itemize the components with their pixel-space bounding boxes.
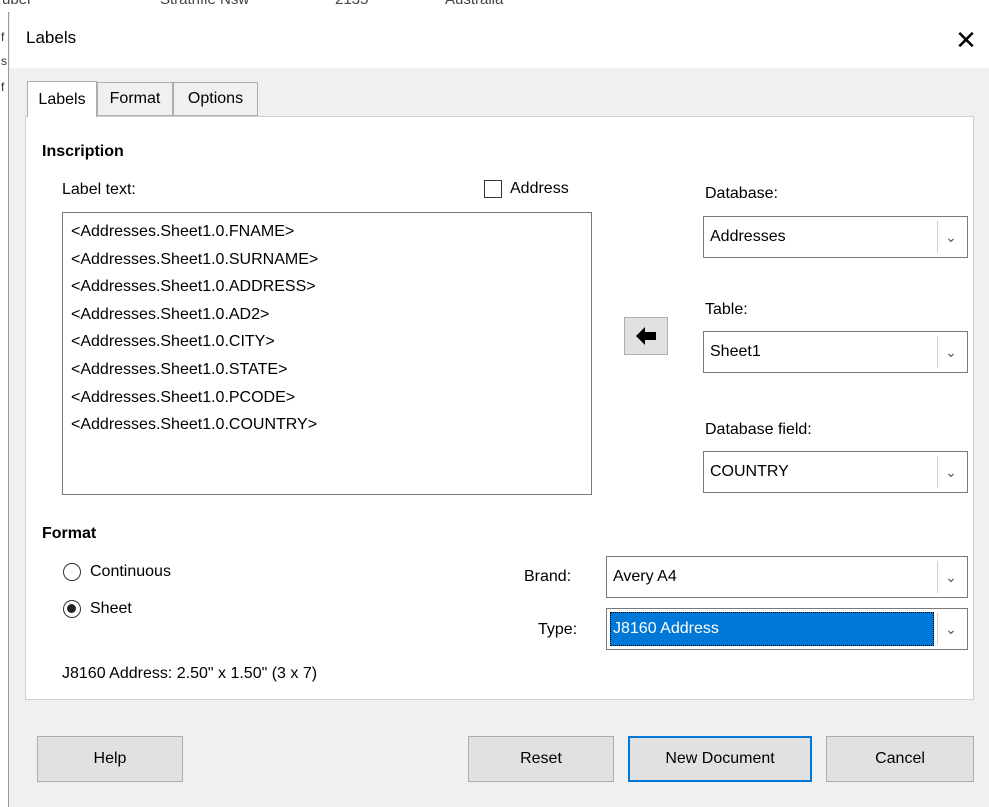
label-text-line: <Addresses.Sheet1.0.CITY>: [71, 333, 275, 351]
type-value: J8160 Address: [613, 620, 719, 637]
bg-cell: Australia: [445, 0, 503, 8]
close-icon: ✕: [955, 24, 977, 55]
tab-label: Options: [187, 90, 244, 107]
tab-labels[interactable]: Labels: [27, 81, 97, 117]
address-checkbox[interactable]: [484, 180, 502, 198]
brand-value: Avery A4: [613, 568, 677, 585]
chevron-down-icon: ⌄: [937, 561, 964, 593]
bg-cell: 2135: [335, 0, 368, 8]
label-text-line: <Addresses.Sheet1.0.COUNTRY>: [71, 416, 318, 434]
bg-cell: uber: [2, 0, 32, 8]
label-text-line: <Addresses.Sheet1.0.STATE>: [71, 360, 288, 378]
tab-label: Labels: [38, 90, 86, 108]
address-checkbox-group[interactable]: Address: [484, 180, 569, 198]
label-text-line: <Addresses.Sheet1.0.PCODE>: [71, 388, 296, 406]
new-document-button[interactable]: New Document: [628, 736, 812, 782]
database-field-label: Database field:: [705, 421, 812, 438]
chevron-down-icon: ⌄: [937, 336, 964, 368]
chevron-down-icon: ⌄: [937, 456, 964, 488]
cancel-button[interactable]: Cancel: [826, 736, 974, 782]
bg-edge-char: f: [1, 80, 5, 94]
tab-format[interactable]: Format: [97, 82, 173, 116]
label-size-summary: J8160 Address: 2.50" x 1.50" (3 x 7): [62, 665, 318, 682]
label-text-area[interactable]: <Addresses.Sheet1.0.FNAME> <Addresses.Sh…: [62, 212, 592, 495]
table-label: Table:: [705, 301, 748, 318]
label-text-line: <Addresses.Sheet1.0.AD2>: [71, 305, 270, 323]
label-text-line: <Addresses.Sheet1.0.SURNAME>: [71, 250, 319, 268]
database-label: Database:: [705, 185, 778, 202]
label-text-line: <Addresses.Sheet1.0.FNAME>: [71, 223, 295, 240]
database-value: Addresses: [710, 228, 786, 245]
background-spreadsheet-edge: f s f: [0, 12, 9, 807]
label-text-line: <Addresses.Sheet1.0.ADDRESS>: [71, 278, 316, 296]
new-document-button-label: New Document: [665, 750, 775, 767]
cancel-button-label: Cancel: [875, 750, 925, 767]
left-arrow-icon: [636, 327, 656, 345]
tab-label: Format: [109, 90, 161, 107]
dialog-title: Labels: [26, 28, 77, 47]
dialog-titlebar: [10, 12, 989, 68]
bg-edge-char: f: [1, 30, 5, 44]
reset-button-label: Reset: [520, 750, 562, 767]
bg-edge-char: s: [1, 54, 7, 68]
brand-select[interactable]: Avery A4 ⌄: [606, 556, 968, 598]
chevron-down-icon: ⌄: [937, 613, 964, 645]
label-text-caption: Label text:: [62, 181, 136, 198]
reset-button[interactable]: Reset: [468, 736, 614, 782]
inscription-heading: Inscription: [42, 143, 124, 160]
close-button[interactable]: ✕: [946, 20, 986, 60]
bg-cell: Strathfie Nsw: [160, 0, 249, 8]
database-field-select[interactable]: COUNTRY ⌄: [703, 451, 968, 493]
type-label: Type:: [538, 621, 578, 638]
help-button[interactable]: Help: [37, 736, 183, 782]
brand-label: Brand:: [524, 568, 572, 585]
database-select[interactable]: Addresses ⌄: [703, 216, 968, 258]
continuous-radio-group[interactable]: Continuous: [63, 563, 171, 581]
database-field-value: COUNTRY: [710, 463, 789, 480]
help-button-label: Help: [93, 750, 127, 767]
address-checkbox-label: Address: [510, 180, 569, 197]
insert-field-button[interactable]: [624, 317, 668, 355]
continuous-radio[interactable]: [63, 563, 81, 581]
tab-options[interactable]: Options: [173, 82, 258, 116]
table-select[interactable]: Sheet1 ⌄: [703, 331, 968, 373]
chevron-down-icon: ⌄: [937, 221, 964, 253]
type-select[interactable]: J8160 Address ⌄: [606, 608, 968, 650]
sheet-label: Sheet: [90, 600, 132, 617]
sheet-radio[interactable]: [63, 600, 81, 618]
table-value: Sheet1: [710, 343, 761, 360]
sheet-radio-group[interactable]: Sheet: [63, 600, 132, 618]
format-heading: Format: [42, 525, 97, 542]
continuous-label: Continuous: [90, 563, 171, 580]
